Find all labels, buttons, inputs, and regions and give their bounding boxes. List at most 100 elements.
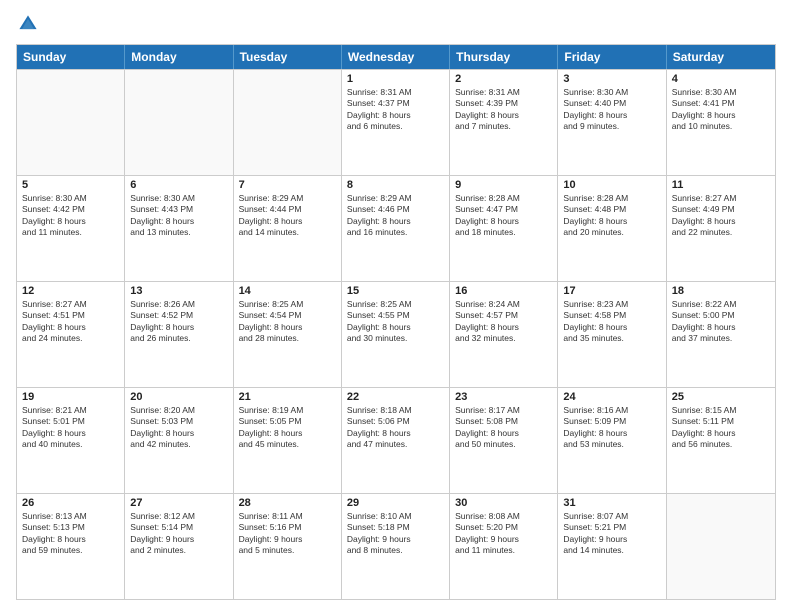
day-number-23: 23 bbox=[455, 391, 552, 403]
day-number-14: 14 bbox=[239, 285, 336, 297]
day-info-15: Sunrise: 8:25 AM Sunset: 4:55 PM Dayligh… bbox=[347, 299, 444, 345]
day-info-9: Sunrise: 8:28 AM Sunset: 4:47 PM Dayligh… bbox=[455, 193, 552, 239]
calendar-row-2: 12Sunrise: 8:27 AM Sunset: 4:51 PM Dayli… bbox=[17, 281, 775, 387]
day-number-8: 8 bbox=[347, 179, 444, 191]
day-cell-6: 6 Sunrise: 8:30 AM Sunset: 4:43 PM Daylig… bbox=[125, 176, 233, 281]
day-info-6: Sunrise: 8:30 AM Sunset: 4:43 PM Dayligh… bbox=[130, 193, 227, 239]
header-day-wednesday: Wednesday bbox=[342, 45, 450, 69]
day-info-8: Sunrise: 8:29 AM Sunset: 4:46 PM Dayligh… bbox=[347, 193, 444, 239]
day-info-13: Sunrise: 8:26 AM Sunset: 4:52 PM Dayligh… bbox=[130, 299, 227, 345]
day-number-11: 11 bbox=[672, 179, 770, 191]
day-cell-10: 10Sunrise: 8:28 AM Sunset: 4:48 PM Dayli… bbox=[558, 176, 666, 281]
day-cell-11: 11 Sunrise: 8:27 AM Sunset: 4:49 PM Dayli… bbox=[667, 176, 775, 281]
day-info-30: Sunrise: 8:08 AM Sunset: 5:20 PM Dayligh… bbox=[455, 511, 552, 557]
day-cell-7: 7 Sunrise: 8:29 AM Sunset: 4:44 PM Daylig… bbox=[234, 176, 342, 281]
day-number-29: 29 bbox=[347, 497, 444, 509]
calendar-header-row: SundayMondayTuesdayWednesdayThursdayFrid… bbox=[17, 45, 775, 69]
day-number-6: 6 bbox=[130, 179, 227, 191]
day-number-27: 27 bbox=[130, 497, 227, 509]
day-cell-14: 14 Sunrise: 8:25 AM Sunset: 4:54 PM Dayli… bbox=[234, 282, 342, 387]
day-info-11: Sunrise: 8:27 AM Sunset: 4:49 PM Dayligh… bbox=[672, 193, 770, 239]
day-info-10: Sunrise: 8:28 AM Sunset: 4:48 PM Dayligh… bbox=[563, 193, 660, 239]
day-cell-3: 3 Sunrise: 8:30 AM Sunset: 4:40 PM Daylig… bbox=[558, 70, 666, 175]
day-info-16: Sunrise: 8:24 AM Sunset: 4:57 PM Dayligh… bbox=[455, 299, 552, 345]
day-cell-13: 13 Sunrise: 8:26 AM Sunset: 4:52 PM Dayli… bbox=[125, 282, 233, 387]
day-info-19: Sunrise: 8:21 AM Sunset: 5:01 PM Dayligh… bbox=[22, 405, 119, 451]
day-info-14: Sunrise: 8:25 AM Sunset: 4:54 PM Dayligh… bbox=[239, 299, 336, 345]
day-cell-17: 17Sunrise: 8:23 AM Sunset: 4:58 PM Dayli… bbox=[558, 282, 666, 387]
day-info-18: Sunrise: 8:22 AM Sunset: 5:00 PM Dayligh… bbox=[672, 299, 770, 345]
day-cell-31: 31 Sunrise: 8:07 AM Sunset: 5:21 PM Dayli… bbox=[558, 494, 666, 599]
day-number-15: 15 bbox=[347, 285, 444, 297]
day-number-12: 12 bbox=[22, 285, 119, 297]
day-cell-28: 28Sunrise: 8:11 AM Sunset: 5:16 PM Dayli… bbox=[234, 494, 342, 599]
calendar-body: 1 Sunrise: 8:31 AM Sunset: 4:37 PM Daylig… bbox=[17, 69, 775, 599]
day-cell-15: 15 Sunrise: 8:25 AM Sunset: 4:55 PM Dayli… bbox=[342, 282, 450, 387]
day-cell-9: 9 Sunrise: 8:28 AM Sunset: 4:47 PM Daylig… bbox=[450, 176, 558, 281]
day-info-22: Sunrise: 8:18 AM Sunset: 5:06 PM Dayligh… bbox=[347, 405, 444, 451]
day-info-21: Sunrise: 8:19 AM Sunset: 5:05 PM Dayligh… bbox=[239, 405, 336, 451]
day-cell-24: 24Sunrise: 8:16 AM Sunset: 5:09 PM Dayli… bbox=[558, 388, 666, 493]
day-info-23: Sunrise: 8:17 AM Sunset: 5:08 PM Dayligh… bbox=[455, 405, 552, 451]
day-cell-23: 23 Sunrise: 8:17 AM Sunset: 5:08 PM Dayli… bbox=[450, 388, 558, 493]
header-day-thursday: Thursday bbox=[450, 45, 558, 69]
page: SundayMondayTuesdayWednesdayThursdayFrid… bbox=[0, 0, 792, 612]
day-cell-8: 8 Sunrise: 8:29 AM Sunset: 4:46 PM Daylig… bbox=[342, 176, 450, 281]
day-info-26: Sunrise: 8:13 AM Sunset: 5:13 PM Dayligh… bbox=[22, 511, 119, 557]
day-info-27: Sunrise: 8:12 AM Sunset: 5:14 PM Dayligh… bbox=[130, 511, 227, 557]
day-info-3: Sunrise: 8:30 AM Sunset: 4:40 PM Dayligh… bbox=[563, 87, 660, 133]
day-cell-2: 2 Sunrise: 8:31 AM Sunset: 4:39 PM Daylig… bbox=[450, 70, 558, 175]
header-day-friday: Friday bbox=[558, 45, 666, 69]
day-number-13: 13 bbox=[130, 285, 227, 297]
day-info-31: Sunrise: 8:07 AM Sunset: 5:21 PM Dayligh… bbox=[563, 511, 660, 557]
day-number-1: 1 bbox=[347, 73, 444, 85]
day-number-26: 26 bbox=[22, 497, 119, 509]
empty-cell-r0c2 bbox=[234, 70, 342, 175]
day-cell-25: 25 Sunrise: 8:15 AM Sunset: 5:11 PM Dayli… bbox=[667, 388, 775, 493]
calendar-row-1: 5Sunrise: 8:30 AM Sunset: 4:42 PM Daylig… bbox=[17, 175, 775, 281]
calendar-row-4: 26 Sunrise: 8:13 AM Sunset: 5:13 PM Dayli… bbox=[17, 493, 775, 599]
day-info-25: Sunrise: 8:15 AM Sunset: 5:11 PM Dayligh… bbox=[672, 405, 770, 451]
day-number-25: 25 bbox=[672, 391, 770, 403]
day-cell-16: 16 Sunrise: 8:24 AM Sunset: 4:57 PM Dayli… bbox=[450, 282, 558, 387]
day-number-2: 2 bbox=[455, 73, 552, 85]
day-info-7: Sunrise: 8:29 AM Sunset: 4:44 PM Dayligh… bbox=[239, 193, 336, 239]
header bbox=[16, 12, 776, 36]
day-cell-18: 18 Sunrise: 8:22 AM Sunset: 5:00 PM Dayli… bbox=[667, 282, 775, 387]
day-cell-30: 30Sunrise: 8:08 AM Sunset: 5:20 PM Dayli… bbox=[450, 494, 558, 599]
day-info-5: Sunrise: 8:30 AM Sunset: 4:42 PM Dayligh… bbox=[22, 193, 119, 239]
day-info-4: Sunrise: 8:30 AM Sunset: 4:41 PM Dayligh… bbox=[672, 87, 770, 133]
day-cell-20: 20Sunrise: 8:20 AM Sunset: 5:03 PM Dayli… bbox=[125, 388, 233, 493]
empty-cell-r4c6 bbox=[667, 494, 775, 599]
day-cell-1: 1 Sunrise: 8:31 AM Sunset: 4:37 PM Daylig… bbox=[342, 70, 450, 175]
day-info-1: Sunrise: 8:31 AM Sunset: 4:37 PM Dayligh… bbox=[347, 87, 444, 133]
empty-cell-r0c0 bbox=[17, 70, 125, 175]
day-number-7: 7 bbox=[239, 179, 336, 191]
day-cell-19: 19 Sunrise: 8:21 AM Sunset: 5:01 PM Dayli… bbox=[17, 388, 125, 493]
day-cell-12: 12Sunrise: 8:27 AM Sunset: 4:51 PM Dayli… bbox=[17, 282, 125, 387]
day-number-18: 18 bbox=[672, 285, 770, 297]
day-number-16: 16 bbox=[455, 285, 552, 297]
day-number-17: 17 bbox=[563, 285, 660, 297]
day-info-24: Sunrise: 8:16 AM Sunset: 5:09 PM Dayligh… bbox=[563, 405, 660, 451]
day-cell-29: 29 Sunrise: 8:10 AM Sunset: 5:18 PM Dayli… bbox=[342, 494, 450, 599]
day-number-28: 28 bbox=[239, 497, 336, 509]
day-cell-4: 4 Sunrise: 8:30 AM Sunset: 4:41 PM Daylig… bbox=[667, 70, 775, 175]
day-number-3: 3 bbox=[563, 73, 660, 85]
calendar-row-0: 1 Sunrise: 8:31 AM Sunset: 4:37 PM Daylig… bbox=[17, 69, 775, 175]
day-number-31: 31 bbox=[563, 497, 660, 509]
day-cell-21: 21Sunrise: 8:19 AM Sunset: 5:05 PM Dayli… bbox=[234, 388, 342, 493]
day-cell-5: 5Sunrise: 8:30 AM Sunset: 4:42 PM Daylig… bbox=[17, 176, 125, 281]
day-cell-27: 27 Sunrise: 8:12 AM Sunset: 5:14 PM Dayli… bbox=[125, 494, 233, 599]
day-number-4: 4 bbox=[672, 73, 770, 85]
day-number-22: 22 bbox=[347, 391, 444, 403]
day-info-20: Sunrise: 8:20 AM Sunset: 5:03 PM Dayligh… bbox=[130, 405, 227, 451]
day-info-2: Sunrise: 8:31 AM Sunset: 4:39 PM Dayligh… bbox=[455, 87, 552, 133]
header-day-monday: Monday bbox=[125, 45, 233, 69]
day-cell-26: 26 Sunrise: 8:13 AM Sunset: 5:13 PM Dayli… bbox=[17, 494, 125, 599]
day-number-19: 19 bbox=[22, 391, 119, 403]
calendar: SundayMondayTuesdayWednesdayThursdayFrid… bbox=[16, 44, 776, 600]
header-day-tuesday: Tuesday bbox=[234, 45, 342, 69]
day-info-29: Sunrise: 8:10 AM Sunset: 5:18 PM Dayligh… bbox=[347, 511, 444, 557]
day-number-9: 9 bbox=[455, 179, 552, 191]
